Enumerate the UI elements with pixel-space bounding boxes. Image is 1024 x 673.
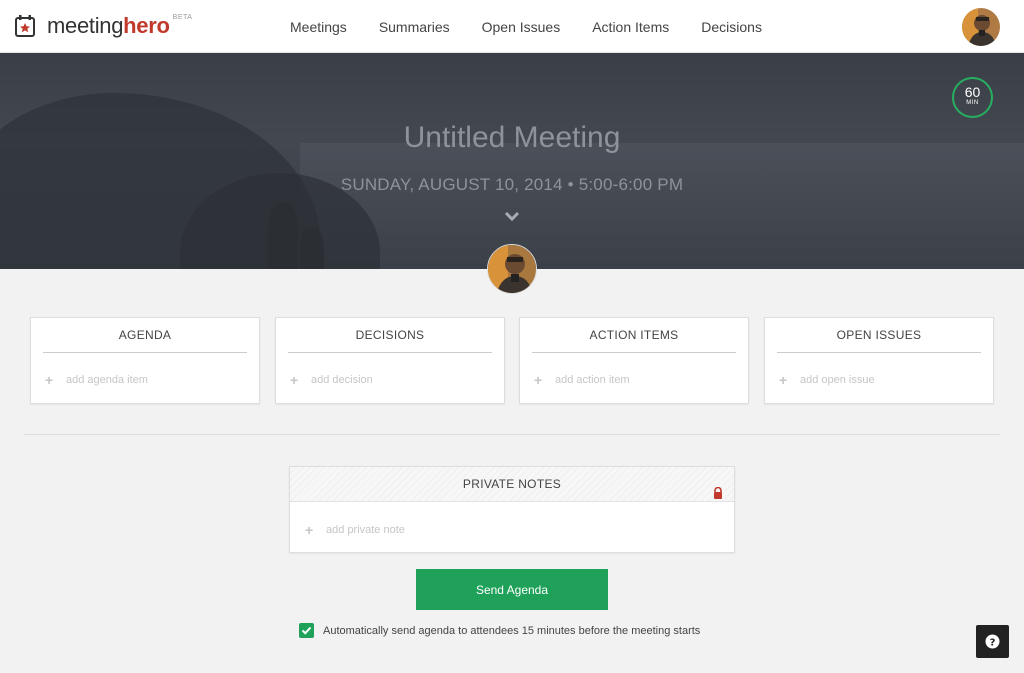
organizer-avatar[interactable] xyxy=(487,244,537,294)
plus-icon: + xyxy=(45,372,54,388)
private-notes-title: PRIVATE NOTES xyxy=(462,477,562,491)
nav-action-items[interactable]: Action Items xyxy=(592,19,669,35)
plus-icon: + xyxy=(534,372,543,388)
banner-rock xyxy=(300,228,324,269)
logo[interactable]: meetinghero BETA xyxy=(15,14,192,38)
card-title: DECISIONS xyxy=(288,318,492,353)
svg-text:?: ? xyxy=(990,638,996,649)
open-issues-card: OPEN ISSUES + add open issue xyxy=(764,317,994,404)
duration-timer[interactable]: 60 MIN xyxy=(952,77,993,118)
help-button[interactable]: ? xyxy=(976,625,1009,658)
plus-icon: + xyxy=(290,372,299,388)
banner-background xyxy=(300,143,1024,269)
auto-send-label[interactable]: Automatically send agenda to attendees 1… xyxy=(323,625,700,637)
auto-send-option: Automatically send agenda to attendees 1… xyxy=(299,623,700,638)
add-label: add action item xyxy=(555,374,630,386)
add-label: add agenda item xyxy=(66,374,148,386)
banner-rock xyxy=(268,203,298,269)
beta-badge: BETA xyxy=(172,13,193,21)
card-title: OPEN ISSUES xyxy=(777,318,981,353)
add-private-note[interactable]: + add private note xyxy=(305,522,405,538)
chevron-down-icon[interactable] xyxy=(502,209,522,223)
auto-send-checkbox[interactable] xyxy=(299,623,314,638)
section-divider xyxy=(24,434,1000,435)
decisions-card: DECISIONS + add decision xyxy=(275,317,505,404)
nav-open-issues[interactable]: Open Issues xyxy=(482,19,561,35)
question-icon: ? xyxy=(985,634,1000,649)
lock-icon xyxy=(712,478,724,499)
nav-meetings[interactable]: Meetings xyxy=(290,19,347,35)
add-open-issue[interactable]: + add open issue xyxy=(779,372,875,388)
duration-value: 60 xyxy=(964,84,981,100)
nav-summaries[interactable]: Summaries xyxy=(379,19,450,35)
action-items-card: ACTION ITEMS + add action item xyxy=(519,317,749,404)
plus-icon: + xyxy=(779,372,788,388)
card-title: ACTION ITEMS xyxy=(532,318,736,353)
add-label: add private note xyxy=(326,524,405,536)
add-label: add open issue xyxy=(800,374,875,386)
meeting-banner: Untitled Meeting SUNDAY, AUGUST 10, 2014… xyxy=(0,53,1024,269)
add-label: add decision xyxy=(311,374,373,386)
add-action-item[interactable]: + add action item xyxy=(534,372,630,388)
meeting-title[interactable]: Untitled Meeting xyxy=(0,121,1024,155)
duration-unit: MIN xyxy=(966,100,979,106)
add-decision[interactable]: + add decision xyxy=(290,372,373,388)
agenda-card: AGENDA + add agenda item xyxy=(30,317,260,404)
meeting-datetime[interactable]: SUNDAY, AUGUST 10, 2014 • 5:00-6:00 PM xyxy=(0,175,1024,195)
brand-name: meetinghero xyxy=(47,13,170,38)
private-notes-card: PRIVATE NOTES + add private note xyxy=(289,466,735,553)
private-notes-header: PRIVATE NOTES xyxy=(290,467,734,502)
nav-decisions[interactable]: Decisions xyxy=(701,19,762,35)
calendar-star-icon xyxy=(15,15,35,37)
plus-icon: + xyxy=(305,522,314,538)
user-avatar[interactable] xyxy=(962,8,1000,46)
top-navbar: meetinghero BETA Meetings Summaries Open… xyxy=(0,0,1024,53)
main-nav: Meetings Summaries Open Issues Action It… xyxy=(290,0,794,53)
card-title: AGENDA xyxy=(43,318,247,353)
send-agenda-button[interactable]: Send Agenda xyxy=(416,569,608,610)
add-agenda-item[interactable]: + add agenda item xyxy=(45,372,148,388)
